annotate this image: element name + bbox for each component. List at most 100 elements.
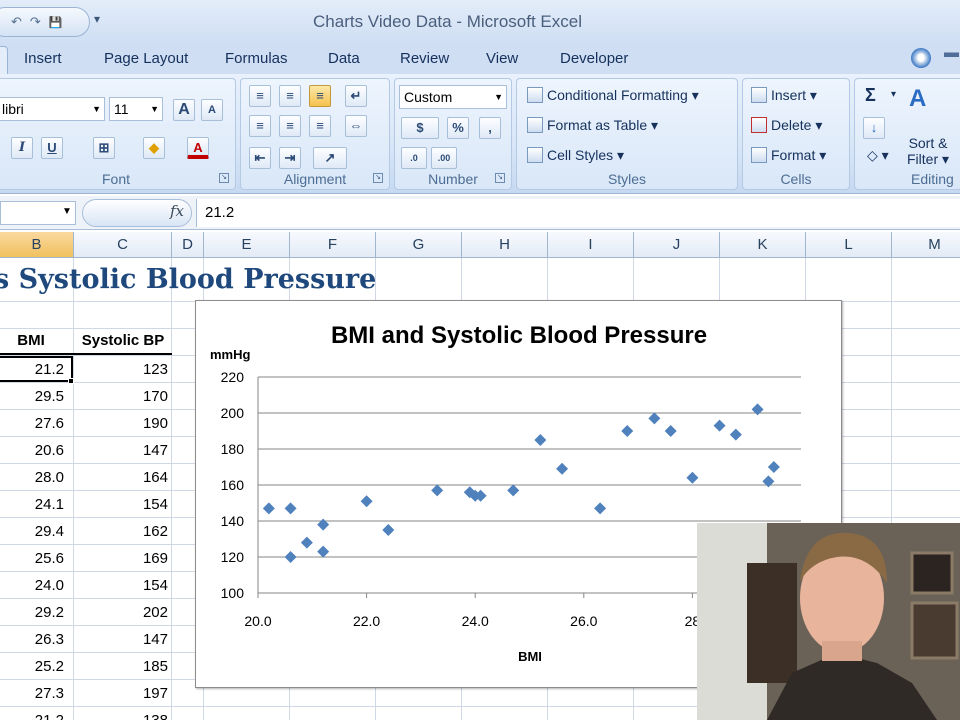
- sbp-cell[interactable]: 123: [74, 356, 168, 383]
- sbp-cell[interactable]: 185: [74, 653, 168, 680]
- align-right-icon[interactable]: ≡: [309, 115, 331, 137]
- bmi-cell[interactable]: 29.2: [0, 599, 64, 626]
- bmi-cell[interactable]: 27.6: [0, 410, 64, 437]
- shrink-font-icon[interactable]: A: [201, 99, 223, 121]
- merge-center-icon[interactable]: ⇔: [345, 115, 367, 137]
- sbp-cell[interactable]: 170: [74, 383, 168, 410]
- bmi-cell[interactable]: 20.6: [0, 437, 64, 464]
- cell-styles-button[interactable]: Cell Styles ▾: [527, 147, 624, 164]
- column-header-g[interactable]: G: [376, 232, 462, 258]
- data-point: [382, 524, 395, 536]
- column-header-i[interactable]: I: [548, 232, 634, 258]
- font-family-select[interactable]: libri ▼: [0, 97, 105, 121]
- tab-view[interactable]: View: [486, 50, 518, 67]
- increase-indent-icon[interactable]: ⇥: [279, 147, 301, 169]
- dialog-launcher-icon[interactable]: ↘: [373, 173, 383, 183]
- fill-handle[interactable]: [68, 378, 74, 384]
- dialog-launcher-icon[interactable]: ↘: [495, 173, 505, 183]
- column-header-f[interactable]: F: [290, 232, 376, 258]
- tab-page-layout[interactable]: Page Layout: [104, 50, 188, 67]
- underline-button[interactable]: U: [41, 137, 63, 159]
- chevron-down-icon: ▼: [150, 104, 159, 114]
- format-as-table-button[interactable]: Format as Table ▾: [527, 117, 658, 134]
- number-format-select[interactable]: Custom ▼: [399, 85, 507, 109]
- dialog-launcher-icon[interactable]: ↘: [219, 173, 229, 183]
- bmi-cell[interactable]: 27.3: [0, 680, 64, 707]
- tab-formulas[interactable]: Formulas: [225, 50, 288, 67]
- column-header-m[interactable]: M: [892, 232, 960, 258]
- spreadsheet-grid[interactable]: B C D E F G H I J K L M s Systolic Blood…: [0, 232, 960, 720]
- sbp-cell[interactable]: 138: [74, 707, 168, 720]
- column-header-e[interactable]: E: [204, 232, 290, 258]
- font-size-select[interactable]: 11 ▼: [109, 97, 163, 121]
- align-center-icon[interactable]: ≡: [279, 115, 301, 137]
- column-header-c[interactable]: C: [74, 232, 172, 258]
- fill-down-icon[interactable]: ↓: [863, 117, 885, 139]
- delete-button[interactable]: Delete ▾: [751, 117, 822, 134]
- column-header-l[interactable]: L: [806, 232, 892, 258]
- sbp-cell[interactable]: 147: [74, 437, 168, 464]
- bmi-cell[interactable]: 25.2: [0, 653, 64, 680]
- column-header-d[interactable]: D: [172, 232, 204, 258]
- chevron-down-icon[interactable]: ▼: [62, 206, 72, 217]
- decrease-indent-icon[interactable]: ⇤: [249, 147, 271, 169]
- bmi-cell[interactable]: 26.3: [0, 626, 64, 653]
- tab-home[interactable]: [0, 46, 8, 74]
- bmi-cell[interactable]: 24.0: [0, 572, 64, 599]
- bmi-cell[interactable]: 29.5: [0, 383, 64, 410]
- tab-insert[interactable]: Insert: [24, 50, 62, 67]
- grow-font-icon[interactable]: A: [173, 99, 195, 121]
- sbp-cell[interactable]: 147: [74, 626, 168, 653]
- column-header-k[interactable]: K: [720, 232, 806, 258]
- bmi-cell[interactable]: 29.4: [0, 518, 64, 545]
- bmi-cell[interactable]: 24.1: [0, 491, 64, 518]
- help-icon[interactable]: ?: [911, 48, 931, 68]
- wrap-text-icon[interactable]: ↵: [345, 85, 367, 107]
- tab-developer[interactable]: Developer: [560, 50, 628, 67]
- insert-button[interactable]: Insert ▾: [751, 87, 817, 104]
- comma-format-button[interactable]: ,: [479, 117, 501, 139]
- align-bottom-icon[interactable]: ≡: [309, 85, 331, 107]
- font-color-icon[interactable]: A: [187, 137, 209, 159]
- sbp-cell[interactable]: 202: [74, 599, 168, 626]
- insert-function-icon[interactable]: fx: [170, 202, 184, 220]
- conditional-formatting-button[interactable]: Conditional Formatting ▾: [527, 87, 699, 104]
- align-middle-icon[interactable]: ≡: [279, 85, 301, 107]
- currency-format-button[interactable]: $: [401, 117, 439, 139]
- align-left-icon[interactable]: ≡: [249, 115, 271, 137]
- column-header-b[interactable]: B: [0, 232, 74, 258]
- increase-decimal-icon[interactable]: .0: [401, 147, 427, 169]
- sbp-cell[interactable]: 162: [74, 518, 168, 545]
- borders-icon[interactable]: ⊞: [93, 137, 115, 159]
- number-group-label: Number: [428, 171, 478, 187]
- sbp-cell[interactable]: 190: [74, 410, 168, 437]
- chevron-down-icon[interactable]: ▾: [891, 89, 896, 100]
- sbp-cell[interactable]: 154: [74, 572, 168, 599]
- fill-color-icon[interactable]: ◆: [143, 137, 165, 159]
- sbp-cell[interactable]: 169: [74, 545, 168, 572]
- italic-button[interactable]: I: [11, 137, 33, 159]
- sbp-cell[interactable]: 164: [74, 464, 168, 491]
- column-header-j[interactable]: J: [634, 232, 720, 258]
- bmi-cell[interactable]: 25.6: [0, 545, 64, 572]
- bmi-cell[interactable]: 28.0: [0, 464, 64, 491]
- percent-format-button[interactable]: %: [447, 117, 469, 139]
- sort-filter-button[interactable]: Sort & Filter ▾: [907, 135, 949, 167]
- sort-filter-icon[interactable]: A: [909, 85, 926, 113]
- orientation-icon[interactable]: ↗: [313, 147, 347, 169]
- bmi-cell[interactable]: 21.2: [0, 707, 64, 720]
- sbp-cell[interactable]: 197: [74, 680, 168, 707]
- decrease-decimal-icon[interactable]: .00: [431, 147, 457, 169]
- formula-input[interactable]: 21.2: [196, 199, 960, 227]
- styles-group-label: Styles: [607, 171, 647, 187]
- format-button[interactable]: Format ▾: [751, 147, 826, 164]
- sbp-cell[interactable]: 154: [74, 491, 168, 518]
- clear-icon[interactable]: ◇ ▾: [867, 147, 889, 164]
- tab-data[interactable]: Data: [328, 50, 360, 67]
- ribbon-minimize-icon[interactable]: ▬: [944, 44, 959, 61]
- active-cell-outline[interactable]: [0, 356, 73, 382]
- autosum-button[interactable]: Σ: [865, 85, 876, 106]
- tab-review[interactable]: Review: [400, 50, 449, 67]
- column-header-h[interactable]: H: [462, 232, 548, 258]
- align-top-icon[interactable]: ≡: [249, 85, 271, 107]
